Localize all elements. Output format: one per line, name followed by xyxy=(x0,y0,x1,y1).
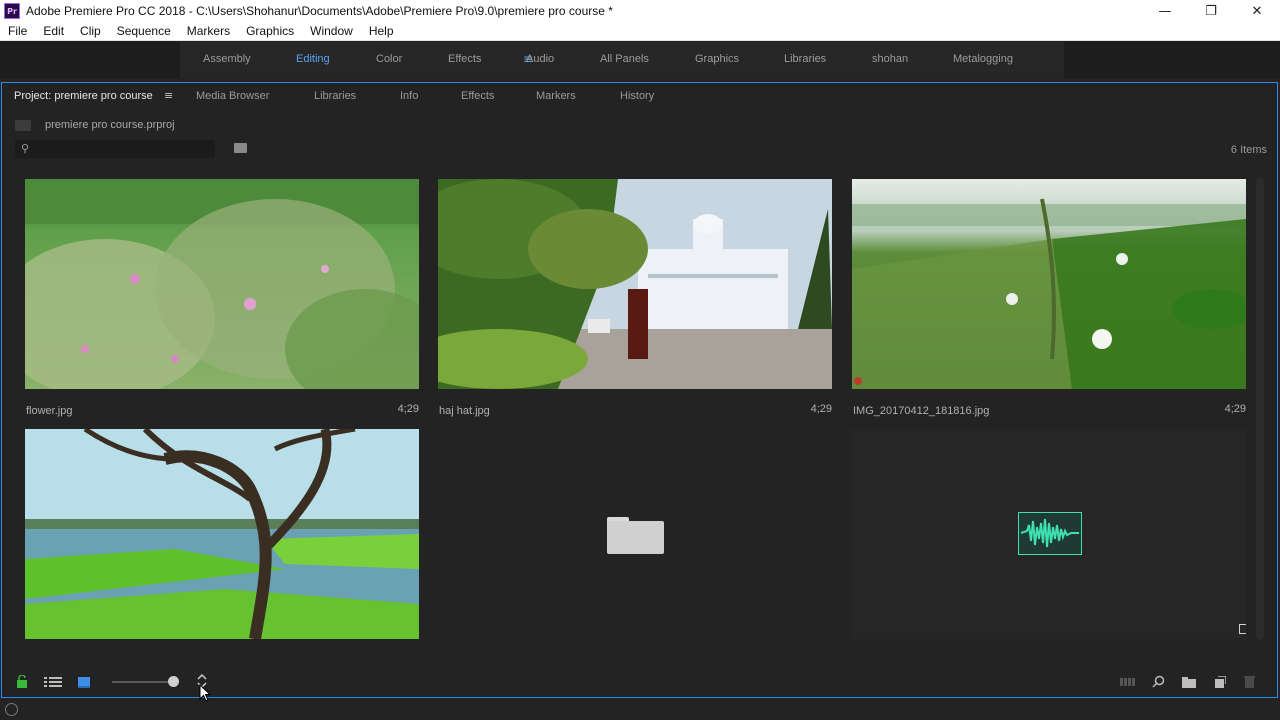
new-item-icon[interactable] xyxy=(1214,675,1227,693)
tab-effects[interactable]: Effects xyxy=(461,90,494,102)
search-icon: ⚲ xyxy=(21,142,30,155)
workspace-tab-assembly[interactable]: Assembly xyxy=(203,53,251,65)
project-item[interactable] xyxy=(438,429,832,639)
find-icon[interactable] xyxy=(1152,675,1165,693)
grid-scrollbar[interactable] xyxy=(1256,178,1264,640)
audio-waveform-icon xyxy=(1018,512,1082,555)
menu-edit[interactable]: Edit xyxy=(35,24,72,38)
menu-markers[interactable]: Markers xyxy=(179,24,238,38)
item-duration: 4;29 xyxy=(810,403,832,415)
tab-libraries[interactable]: Libraries xyxy=(314,90,356,102)
thumbnail-tree-field[interactable] xyxy=(25,429,419,639)
item-name[interactable]: IMG_20170412_181816.jpg xyxy=(853,405,989,417)
minimize-button[interactable]: — xyxy=(1142,0,1188,22)
in-use-icon xyxy=(1239,624,1246,634)
panel-menu-icon[interactable]: ≡ xyxy=(164,89,173,102)
audio-thumbnail[interactable] xyxy=(852,429,1246,639)
status-bar xyxy=(0,700,1280,720)
workspace-tab-metalogging[interactable]: Metalogging xyxy=(953,53,1013,65)
project-item[interactable] xyxy=(852,429,1246,639)
project-panel: Project: premiere pro course ≡ Media Bro… xyxy=(1,82,1278,698)
menu-bar: File Edit Clip Sequence Markers Graphics… xyxy=(0,22,1280,41)
bin-thumbnail[interactable] xyxy=(438,429,832,639)
list-view-icon[interactable] xyxy=(44,675,62,693)
workspace-tab-editing[interactable]: Editing xyxy=(296,53,330,65)
mouse-cursor-icon xyxy=(199,683,212,707)
workspace-tab-graphics[interactable]: Graphics xyxy=(695,53,739,65)
zoom-slider-thumb[interactable] xyxy=(168,676,179,687)
menu-graphics[interactable]: Graphics xyxy=(238,24,302,38)
menu-window[interactable]: Window xyxy=(302,24,361,38)
project-folder-icon xyxy=(15,119,31,131)
workspace-tab-all-panels[interactable]: All Panels xyxy=(600,53,649,65)
project-item[interactable] xyxy=(25,429,419,639)
item-duration: 4;29 xyxy=(397,403,419,415)
menu-file[interactable]: File xyxy=(0,24,35,38)
item-name[interactable]: flower.jpg xyxy=(26,405,72,417)
window-title: Adobe Premiere Pro CC 2018 - C:\Users\Sh… xyxy=(26,4,613,18)
menu-sequence[interactable]: Sequence xyxy=(109,24,179,38)
folder-icon xyxy=(607,517,664,554)
menu-clip[interactable]: Clip xyxy=(72,24,109,38)
automate-to-sequence-icon[interactable] xyxy=(1120,675,1136,693)
restore-button[interactable]: ❐ xyxy=(1188,0,1234,22)
search-input[interactable]: ⚲ xyxy=(15,140,215,158)
menu-help[interactable]: Help xyxy=(361,24,402,38)
workspace-tab-effects[interactable]: Effects xyxy=(448,53,481,65)
window-controls: — ❐ ✕ xyxy=(1142,0,1280,22)
project-file-name: premiere pro course.prproj xyxy=(45,119,175,131)
item-duration: 4;29 xyxy=(1224,403,1246,415)
workspace-tab-audio[interactable]: Audio xyxy=(526,53,554,65)
thumbnail-haj-hat[interactable] xyxy=(438,179,832,389)
create-bin-from-search-icon[interactable] xyxy=(234,143,247,153)
workspace-tab-libraries[interactable]: Libraries xyxy=(784,53,826,65)
tab-media-browser[interactable]: Media Browser xyxy=(196,90,269,102)
zoom-slider-track[interactable] xyxy=(112,681,176,683)
panel-tabs: Project: premiere pro course ≡ Media Bro… xyxy=(2,83,1277,111)
tab-info[interactable]: Info xyxy=(400,90,418,102)
title-bar: Pr Adobe Premiere Pro CC 2018 - C:\Users… xyxy=(0,0,1280,22)
tab-history[interactable]: History xyxy=(620,90,654,102)
new-bin-icon[interactable] xyxy=(1182,675,1196,693)
thumbnail-flower[interactable] xyxy=(25,179,419,389)
breadcrumb: premiere pro course.prproj xyxy=(15,119,175,131)
lock-icon[interactable] xyxy=(16,674,28,693)
status-indicator-icon xyxy=(5,703,18,716)
premiere-app-icon: Pr xyxy=(4,3,20,19)
tab-markers[interactable]: Markers xyxy=(536,90,576,102)
project-items-grid: flower.jpg 4;29 haj hat.jpg 4;29 IMG_201… xyxy=(2,178,1264,656)
workspaces-bar: Assembly Editing ≡ Color Effects Audio A… xyxy=(0,41,1280,79)
thumbnail-img-20170412[interactable] xyxy=(852,179,1246,389)
item-name[interactable]: haj hat.jpg xyxy=(439,405,490,417)
project-item[interactable]: flower.jpg 4;29 xyxy=(25,179,419,417)
clear-icon[interactable] xyxy=(1244,675,1255,693)
close-button[interactable]: ✕ xyxy=(1234,0,1280,22)
project-bottom-toolbar xyxy=(2,667,1277,697)
tab-project[interactable]: Project: premiere pro course xyxy=(14,90,153,102)
project-item[interactable]: haj hat.jpg 4;29 xyxy=(438,179,832,417)
workspaces-strip: Assembly Editing ≡ Color Effects Audio A… xyxy=(180,41,1064,79)
project-item[interactable]: IMG_20170412_181816.jpg 4;29 xyxy=(852,179,1246,417)
icon-view-icon[interactable] xyxy=(78,675,90,693)
items-count: 6 Items xyxy=(1230,144,1267,156)
workspace-tab-color[interactable]: Color xyxy=(376,53,402,65)
workspace-tab-shohan[interactable]: shohan xyxy=(872,53,908,65)
